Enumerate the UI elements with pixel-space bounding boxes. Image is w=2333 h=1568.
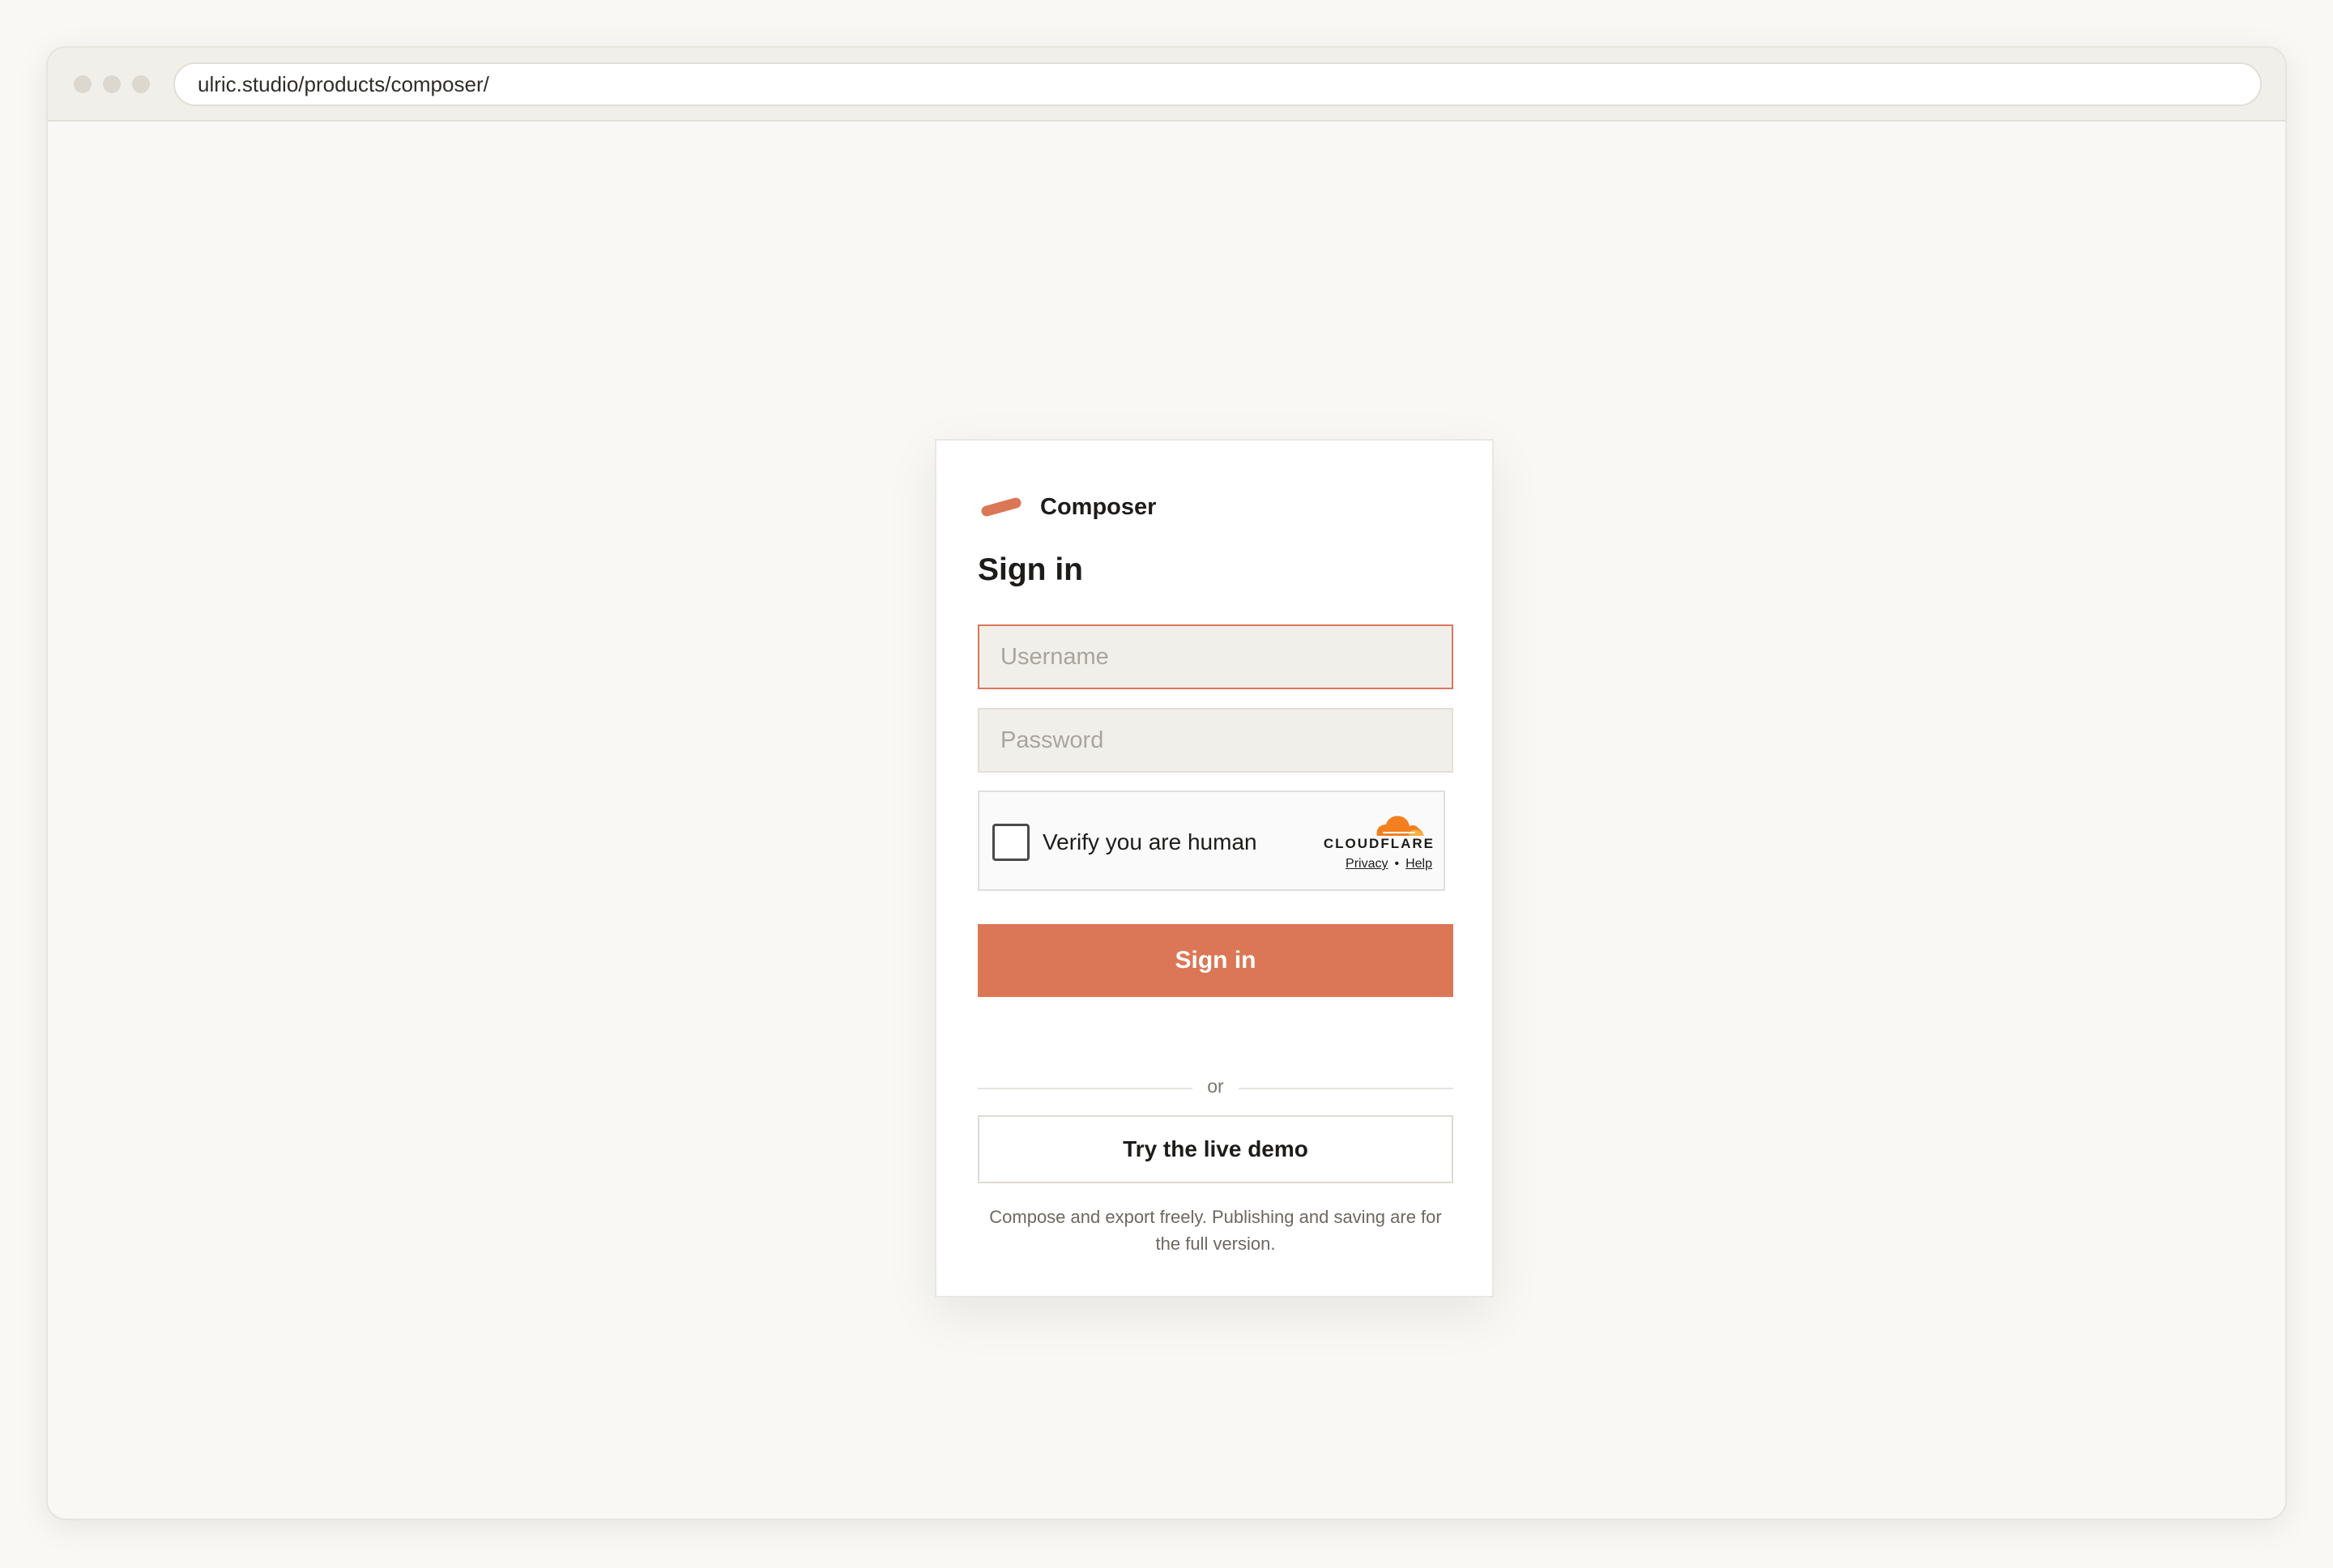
divider-line-right	[1239, 1088, 1453, 1089]
captcha-links: Privacy • Help	[1346, 857, 1432, 871]
address-bar-url: ulric.studio/products/composer/	[198, 71, 489, 96]
browser-toolbar: ulric.studio/products/composer/	[48, 48, 2285, 121]
verify-human-checkbox[interactable]	[992, 824, 1030, 861]
address-bar[interactable]: ulric.studio/products/composer/	[173, 62, 2262, 106]
live-demo-button[interactable]: Try the live demo	[978, 1115, 1453, 1183]
captcha-widget: Verify you are human CLOUDFLARE Privacy •…	[978, 790, 1445, 891]
browser-window: ulric.studio/products/composer/ Composer…	[46, 46, 2287, 1520]
divider-label: or	[1207, 1076, 1224, 1097]
sign-in-card: Composer Sign in Verify you are human CL…	[935, 439, 1494, 1297]
captcha-privacy-link[interactable]: Privacy	[1346, 857, 1388, 871]
captcha-links-separator: •	[1394, 857, 1400, 871]
captcha-help-link[interactable]: Help	[1405, 857, 1432, 871]
demo-note: Compose and export freely. Publishing an…	[989, 1207, 1442, 1254]
cloudflare-wordmark: CLOUDFLARE	[1323, 836, 1435, 851]
captcha-label: Verify you are human	[1043, 829, 1257, 854]
brand: Composer	[980, 489, 1156, 525]
or-divider: or	[978, 1076, 1453, 1100]
page-title: Sign in	[978, 552, 1083, 587]
composer-logo-icon	[980, 489, 1022, 525]
window-minimize-dot[interactable]	[103, 75, 121, 93]
password-input[interactable]	[978, 708, 1453, 773]
sign-in-button[interactable]: Sign in	[978, 924, 1453, 997]
username-input[interactable]	[978, 624, 1453, 689]
window-zoom-dot[interactable]	[132, 75, 150, 93]
brand-name: Composer	[1040, 493, 1157, 520]
window-close-dot[interactable]	[74, 75, 92, 93]
